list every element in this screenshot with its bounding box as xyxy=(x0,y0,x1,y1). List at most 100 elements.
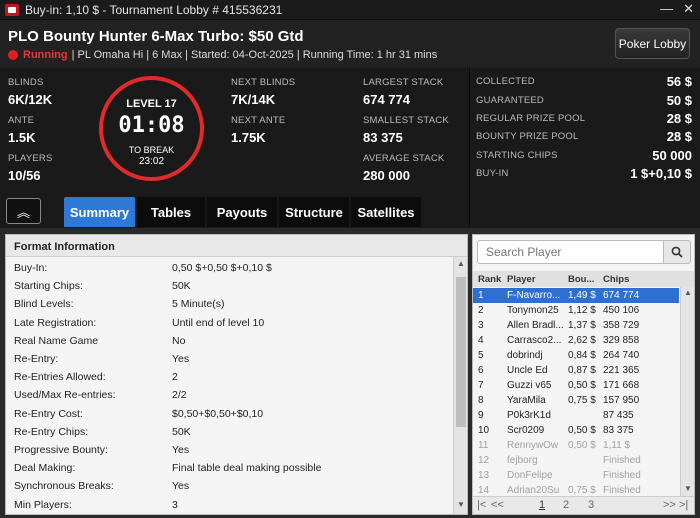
poker-lobby-button[interactable]: Poker Lobby xyxy=(615,28,690,59)
close-button[interactable]: ✕ xyxy=(683,1,694,17)
scroll-up-arrow-icon[interactable]: ▲ xyxy=(454,259,467,271)
average-stack-label: AVERAGE STACK xyxy=(363,153,445,164)
player-row[interactable]: 9 P0k3rK1d 87 435 xyxy=(473,408,679,423)
first-page-button[interactable]: |< xyxy=(477,499,486,511)
player-row[interactable]: 6 Uncle Ed 0,87 $ 221 365 xyxy=(473,363,679,378)
prize-row-buy-in: BUY-IN 1 $+0,10 $ xyxy=(476,166,692,181)
player-name: Tonymon25 xyxy=(507,305,559,316)
header-rank[interactable]: Rank xyxy=(478,274,501,285)
player-rank: 1 xyxy=(478,290,484,301)
players-panel: Rank Player Bou... Chips 1 F-Navarro... 1,… xyxy=(472,234,695,515)
format-key: Blind Levels: xyxy=(14,298,74,311)
player-row[interactable]: 1 F-Navarro... 1,49 $ 674 774 xyxy=(473,288,679,303)
prize-row-starting-chips: STARTING CHIPS 50 000 xyxy=(476,148,692,163)
level-timer: 01:08 xyxy=(118,113,185,138)
ante-value: 1.5K xyxy=(8,130,36,145)
format-key: Re-Entries Allowed: xyxy=(14,371,106,384)
format-key: Late Registration: xyxy=(14,316,97,329)
tab-tables[interactable]: Tables xyxy=(137,197,205,227)
player-row[interactable]: 5 dobrindj 0,84 $ 264 740 xyxy=(473,348,679,363)
minimize-button[interactable]: — xyxy=(660,1,673,17)
format-key: Starting Chips: xyxy=(14,280,83,293)
player-row[interactable]: 3 Allen Bradl... 1,37 $ 358 729 xyxy=(473,318,679,333)
lobby-tabs: Summary Tables Payouts Structure Satelli… xyxy=(64,197,421,227)
collapse-header-button[interactable]: ︽ xyxy=(6,198,41,224)
format-scroll-thumb[interactable] xyxy=(456,277,466,427)
players-scrollbar[interactable]: ▲ ▼ xyxy=(680,287,694,497)
prev-page-button[interactable]: << xyxy=(491,499,504,511)
format-scrollbar[interactable]: ▲ ▼ xyxy=(453,257,467,514)
largest-stack-value: 674 774 xyxy=(363,92,410,107)
scroll-down-arrow-icon[interactable]: ▼ xyxy=(454,500,467,512)
player-row[interactable]: 11 RennywOw 0,50 $ 1,11 $ xyxy=(473,438,679,453)
player-rank: 10 xyxy=(478,425,490,436)
player-name: RennywOw xyxy=(507,440,559,451)
format-key: Used/Max Re-entries: xyxy=(14,389,116,402)
format-key: Re-Entry Chips: xyxy=(14,425,89,438)
format-row: Starting Chips: 50K xyxy=(6,277,467,295)
player-chips: 87 435 xyxy=(603,410,634,421)
format-row: Re-Entry Chips: 50K xyxy=(6,423,467,441)
tournament-details: | PL Omaha Hi | 6 Max | Started: 04-Oct-… xyxy=(71,49,438,61)
tab-summary[interactable]: Summary xyxy=(64,197,135,227)
format-key: Real Name Game xyxy=(14,334,99,347)
player-rank: 3 xyxy=(478,320,484,331)
next-page-button[interactable]: >> xyxy=(663,499,676,511)
player-row[interactable]: 10 Scr0209 0,50 $ 83 375 xyxy=(473,423,679,438)
player-name: Guzzi v65 xyxy=(507,380,552,391)
search-button[interactable] xyxy=(663,240,691,264)
format-key: Synchronous Breaks: xyxy=(14,480,114,493)
player-name: DonFelipe xyxy=(507,470,553,481)
prize-row-guaranteed: GUARANTEED 50 $ xyxy=(476,93,692,108)
format-value: 50K xyxy=(172,280,191,293)
tab-satellites[interactable]: Satellites xyxy=(351,197,421,227)
player-rank: 14 xyxy=(478,485,490,496)
player-rank: 5 xyxy=(478,350,484,361)
format-value: 0,50 $+0,50 $+0,10 $ xyxy=(172,262,272,275)
prize-label: GUARANTEED xyxy=(476,95,544,106)
players-pager: |< << 1 2 3 >> >| xyxy=(473,496,694,514)
page-1-link[interactable]: 1 xyxy=(539,499,545,511)
tab-payouts[interactable]: Payouts xyxy=(207,197,277,227)
tab-structure[interactable]: Structure xyxy=(279,197,349,227)
page-2-link[interactable]: 2 xyxy=(563,499,569,511)
format-value: Yes xyxy=(172,480,190,493)
format-row: Min Players: 3 xyxy=(6,495,467,513)
player-row[interactable]: 2 Tonymon25 1,12 $ 450 106 xyxy=(473,303,679,318)
double-chevron-up-icon: ︽ xyxy=(16,204,30,220)
player-chips: 83 375 xyxy=(603,425,634,436)
to-break-value: 23:02 xyxy=(138,156,165,167)
player-row[interactable]: 7 Guzzi v65 0,50 $ 171 668 xyxy=(473,378,679,393)
header-chips[interactable]: Chips xyxy=(603,274,629,285)
player-row[interactable]: 13 DonFelipe Finished xyxy=(473,468,679,483)
player-row[interactable]: 12 fejborg Finished xyxy=(473,453,679,468)
format-key: Min Players: xyxy=(14,498,72,511)
smallest-stack-value: 83 375 xyxy=(363,130,403,145)
header-bounty[interactable]: Bou... xyxy=(568,274,594,285)
player-row[interactable]: 4 Carrasco2... 2,62 $ 329 858 xyxy=(473,333,679,348)
player-row[interactable]: 8 YaraMila 0,75 $ 157 950 xyxy=(473,393,679,408)
format-key: Re-Entry: xyxy=(14,353,59,366)
player-bounty: 0,50 $ xyxy=(568,380,596,391)
player-name: P0k3rK1d xyxy=(507,410,551,421)
header-player[interactable]: Player xyxy=(507,274,536,285)
format-row: Re-Entries Allowed: 2 xyxy=(6,368,467,386)
summary-content: Format Information Buy-In: 0,50 $+0,50 $+… xyxy=(0,228,700,518)
tournament-lobby-window: Buy-in: 1,10 $ - Tournament Lobby # 4155… xyxy=(0,0,700,518)
app-logo-icon xyxy=(5,3,19,16)
format-value: $0,50+$0,50+$0,10 xyxy=(172,407,264,420)
player-name: Allen Bradl... xyxy=(507,320,564,331)
format-value: 5 Minute(s) xyxy=(172,298,225,311)
page-3-link[interactable]: 3 xyxy=(588,499,594,511)
average-stack-value: 280 000 xyxy=(363,168,410,183)
player-name: Scr0209 xyxy=(507,425,545,436)
scroll-down-arrow-icon[interactable]: ▼ xyxy=(681,484,694,496)
tournament-name: PLO Bounty Hunter 6-Max Turbo: $50 Gtd xyxy=(8,28,304,45)
last-page-button[interactable]: >| xyxy=(679,499,688,511)
player-chips: Finished xyxy=(603,485,641,496)
status-running: Running xyxy=(23,49,68,61)
format-information-panel: Format Information Buy-In: 0,50 $+0,50 $+… xyxy=(5,234,468,515)
scroll-up-arrow-icon[interactable]: ▲ xyxy=(681,288,694,300)
search-player-input[interactable] xyxy=(477,240,664,264)
format-row: Real Name Game No xyxy=(6,332,467,350)
